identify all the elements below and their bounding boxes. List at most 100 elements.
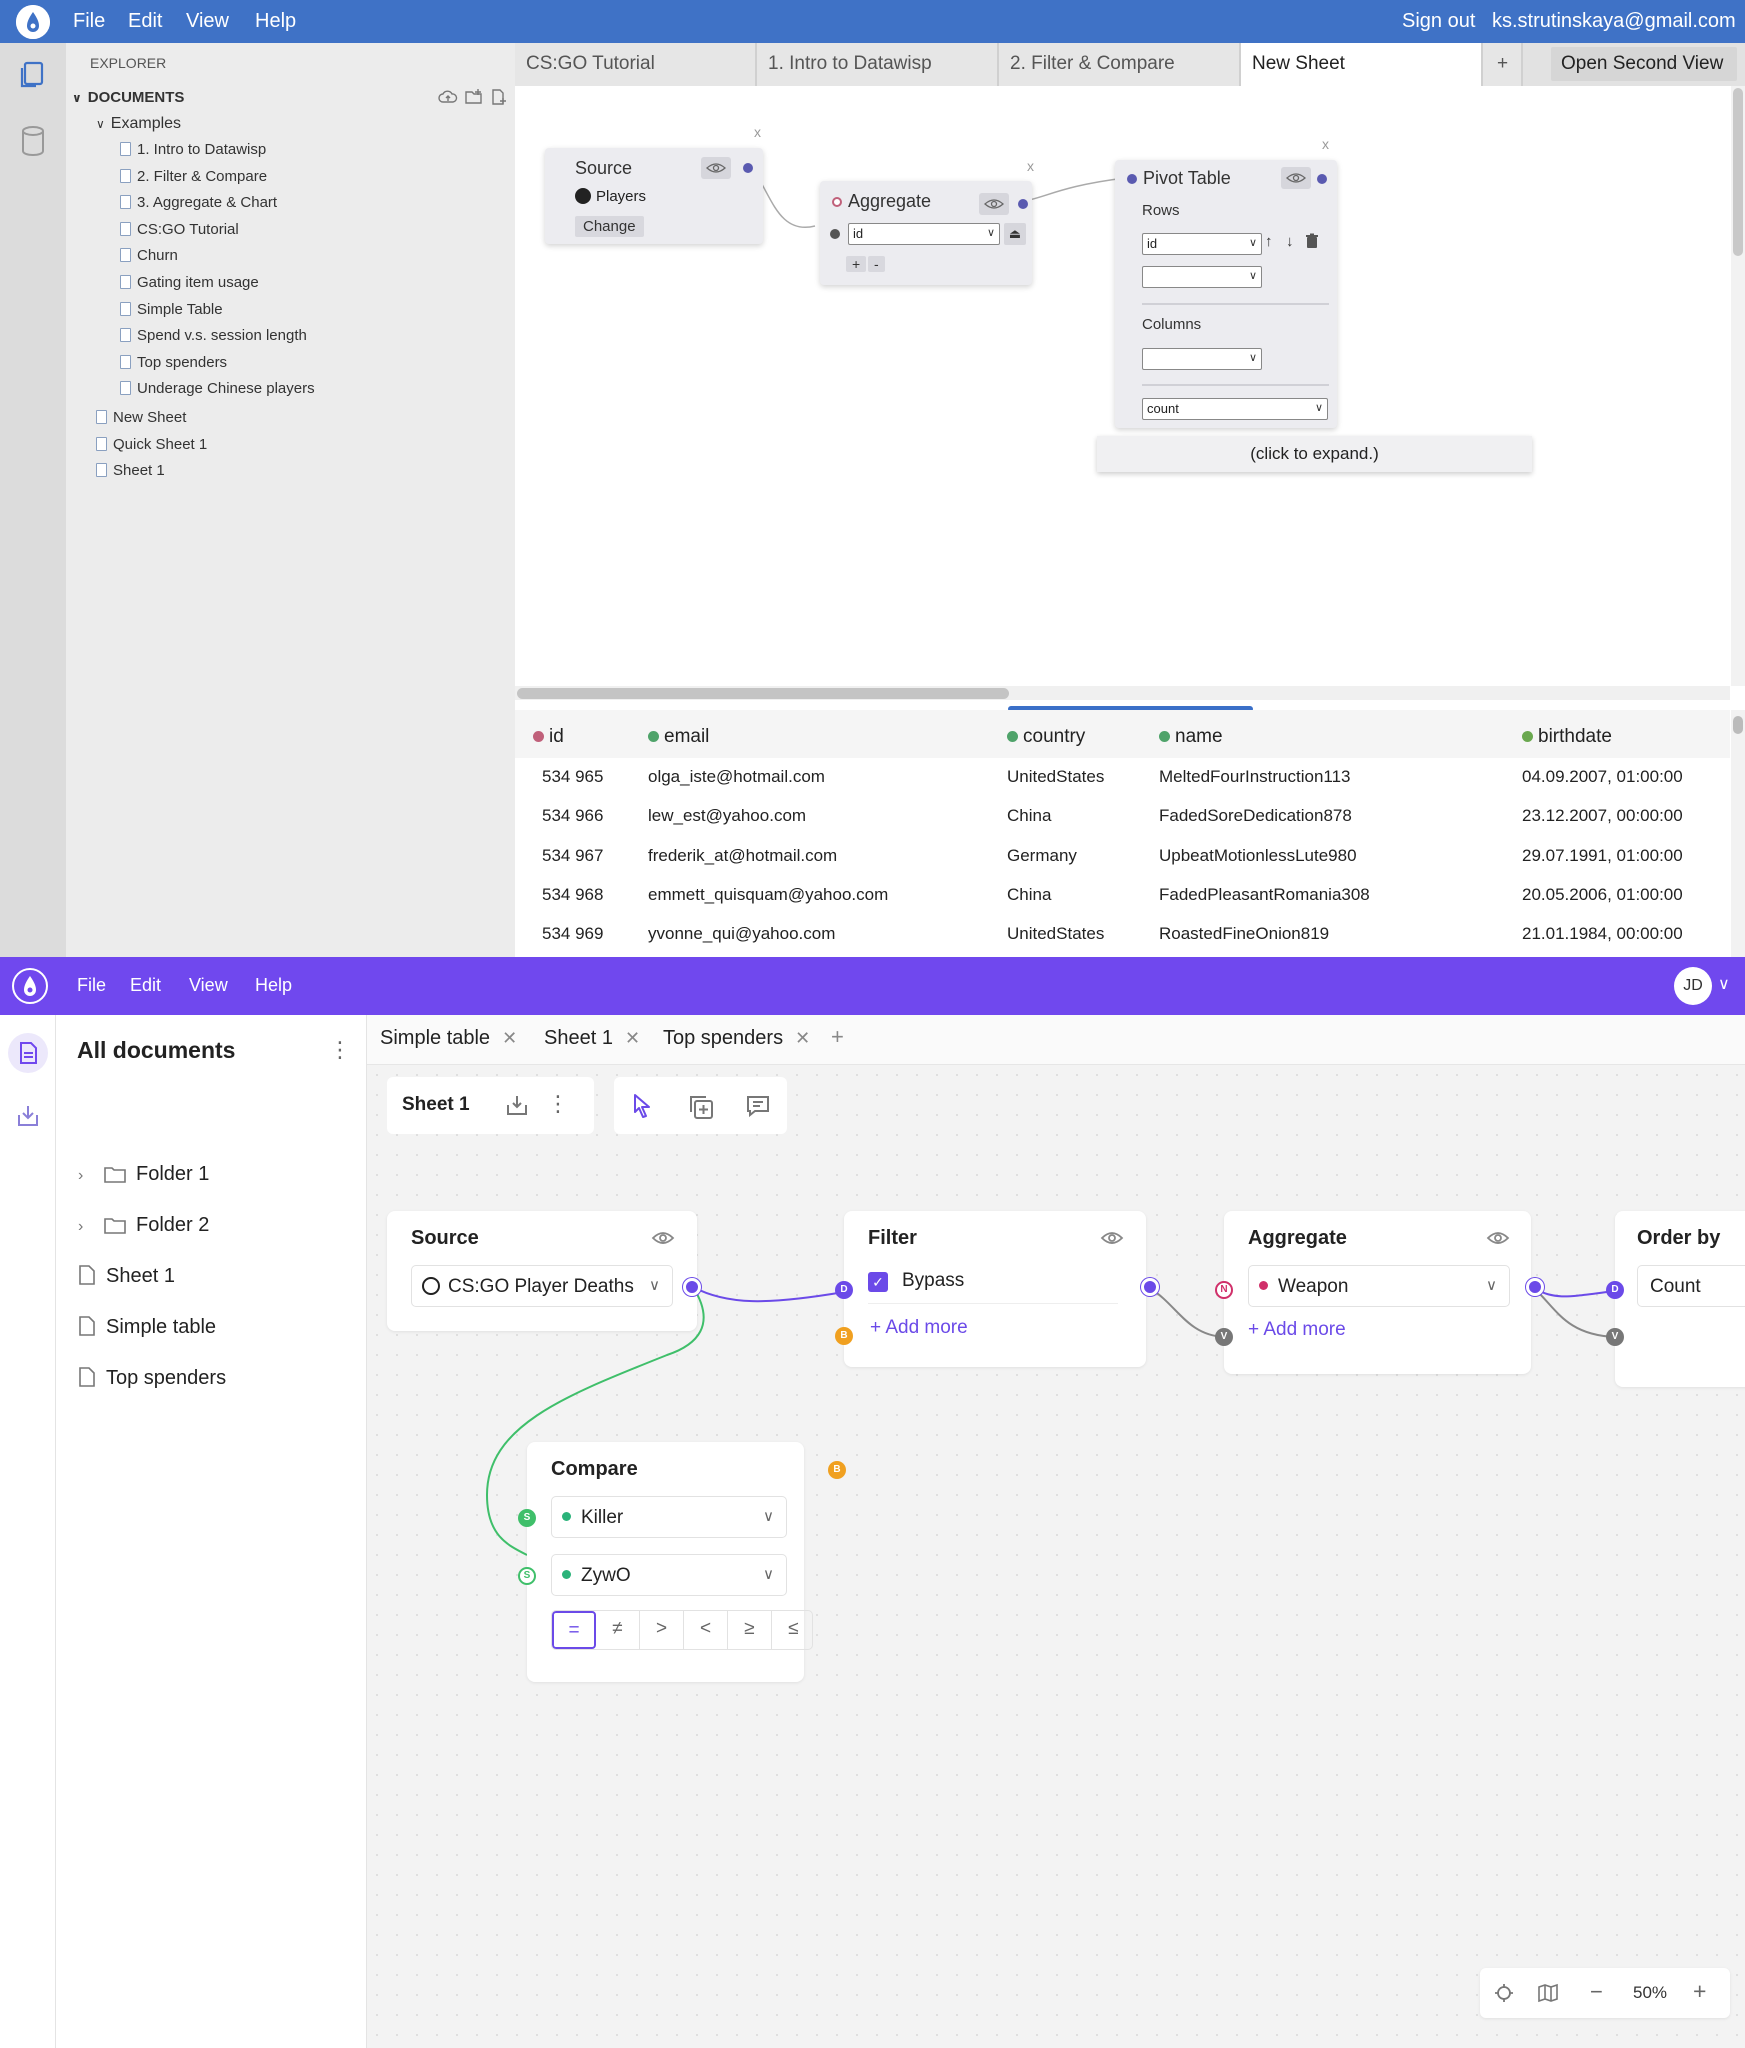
aggregate-output-port[interactable] [1526, 1278, 1544, 1296]
table-vertical-scrollbar[interactable] [1731, 710, 1745, 957]
aggregate-eye-icon[interactable] [1486, 1229, 1510, 1247]
add-tab-button[interactable]: + [831, 1024, 844, 1050]
aggregate-add-more-button[interactable]: + Add more [1248, 1319, 1346, 1341]
explorer-example-item[interactable]: CS:GO Tutorial [120, 221, 239, 238]
aggregate-add-button[interactable]: + [846, 256, 867, 272]
compare-op-button[interactable]: ≠ [596, 1611, 640, 1649]
aggregate-node[interactable]: Aggregate Weapon ∨ + Add more [1224, 1211, 1531, 1374]
explorer-doc-item[interactable]: Quick Sheet 1 [96, 436, 207, 453]
pivot-expand-button[interactable]: (click to expand.) [1097, 436, 1532, 472]
aggregate-close-button[interactable]: x [1027, 158, 1034, 174]
sign-out-link[interactable]: Sign out [1402, 10, 1475, 33]
avatar[interactable]: JD [1674, 967, 1712, 1005]
pivot-close-button[interactable]: x [1322, 136, 1329, 152]
compare-op-button[interactable]: > [640, 1611, 684, 1649]
compare-right-port-s[interactable]: S [518, 1567, 536, 1585]
tab-close-icon[interactable]: ✕ [625, 1028, 640, 1048]
explorer-example-item[interactable]: 2. Filter & Compare [120, 168, 267, 185]
explorer-doc-item[interactable]: Sheet 1 [96, 462, 165, 479]
source-output-port[interactable] [683, 1278, 701, 1296]
legacy-source-node[interactable]: Source Players Change [545, 148, 763, 244]
source-eye-icon[interactable] [651, 1229, 675, 1247]
explorer-example-item[interactable]: Simple Table [120, 301, 223, 318]
top-menu-edit[interactable]: Edit [128, 10, 162, 33]
sidebar-more-icon[interactable]: ⋮ [329, 1037, 351, 1063]
document-item[interactable]: Sheet 1 [78, 1265, 175, 1288]
filter-input-port-b[interactable]: B [835, 1327, 853, 1345]
pivot-column-select[interactable]: ∨ [1142, 348, 1262, 370]
scrollbar-thumb[interactable] [1733, 88, 1743, 256]
documents-section[interactable]: ∨ DOCUMENTS [72, 89, 184, 106]
files-icon[interactable] [16, 59, 48, 91]
aggregate-input-port-n[interactable]: N [1215, 1281, 1233, 1299]
documents-nav-icon[interactable] [8, 1033, 48, 1073]
column-header-email[interactable]: email [648, 726, 709, 748]
order-by-input-port-v[interactable]: V [1606, 1328, 1624, 1346]
new-menu-file[interactable]: File [77, 975, 106, 996]
move-up-icon[interactable]: ↑ [1265, 233, 1273, 250]
canvas-horizontal-scrollbar[interactable] [515, 686, 1730, 700]
source-dataset-select[interactable]: CS:GO Player Deaths ∨ [411, 1265, 673, 1307]
tab-csgo-tutorial[interactable]: CS:GO Tutorial [515, 43, 757, 86]
pivot-value-select[interactable]: count ∨ [1142, 398, 1328, 420]
document-item[interactable]: Simple table [78, 1316, 216, 1339]
datawisp-logo-icon[interactable] [12, 968, 48, 1004]
compare-op-button[interactable]: ≥ [728, 1611, 772, 1649]
aggregate-remove-button[interactable]: - [868, 256, 885, 272]
column-header-birthdate[interactable]: birthdate [1522, 726, 1612, 748]
tab-top-spenders[interactable]: Top spenders ✕ [663, 1027, 810, 1050]
chevron-right-icon[interactable]: › [78, 1218, 94, 1236]
aggregate-eye-icon[interactable] [979, 193, 1009, 215]
aggregate-field-port[interactable] [830, 229, 840, 239]
new-file-icon[interactable] [490, 88, 508, 106]
tab-new-sheet[interactable]: New Sheet [1241, 43, 1483, 86]
new-folder-icon[interactable] [464, 88, 484, 106]
zoom-out-button[interactable]: − [1590, 1979, 1603, 2005]
aggregate-input-port-v[interactable]: V [1215, 1328, 1233, 1346]
tab-close-icon[interactable]: ✕ [795, 1028, 810, 1048]
top-menu-view[interactable]: View [186, 10, 229, 33]
tab-filter-compare[interactable]: 2. Filter & Compare [999, 43, 1241, 86]
folder-item[interactable]: › Folder 1 [78, 1163, 209, 1186]
explorer-example-item[interactable]: Churn [120, 247, 178, 264]
database-icon[interactable] [20, 125, 46, 157]
sheet-canvas[interactable]: Sheet 1 ⋮ Source CS:GO Player Deaths ∨ F… [367, 1065, 1745, 2048]
compare-op-button[interactable]: ≤ [772, 1611, 812, 1649]
top-menu-help[interactable]: Help [255, 10, 296, 33]
filter-add-more-button[interactable]: + Add more [870, 1317, 968, 1339]
add-tab-button[interactable]: + [1483, 43, 1523, 86]
document-item[interactable]: Top spenders [78, 1367, 226, 1390]
tab-close-icon[interactable]: ✕ [502, 1028, 517, 1048]
compare-op-button[interactable]: = [552, 1611, 596, 1649]
explorer-example-item[interactable]: Gating item usage [120, 274, 259, 291]
compare-right-select[interactable]: ZywO ∨ [551, 1554, 787, 1596]
source-output-port[interactable] [743, 163, 753, 173]
explorer-doc-item[interactable]: New Sheet [96, 409, 186, 426]
filter-output-port[interactable] [1141, 1278, 1159, 1296]
explorer-example-item[interactable]: 1. Intro to Datawisp [120, 141, 266, 158]
explorer-example-item[interactable]: Top spenders [120, 354, 227, 371]
chevron-right-icon[interactable]: › [78, 1167, 94, 1185]
compare-node[interactable]: Compare Killer ∨ ZywO ∨ = ≠ > < ≥ ≤ [527, 1442, 813, 1682]
locate-icon[interactable] [1494, 1983, 1514, 2003]
filter-input-port-d[interactable]: D [835, 1281, 853, 1299]
aggregate-input-port[interactable] [832, 197, 842, 207]
tab-sheet-1[interactable]: Sheet 1 ✕ [544, 1027, 640, 1050]
compare-left-port-s[interactable]: S [518, 1509, 536, 1527]
zoom-in-button[interactable]: + [1693, 1978, 1706, 2005]
order-by-node[interactable]: Order by Count [1615, 1211, 1745, 1387]
account-chevron-down-icon[interactable]: ∨ [1718, 974, 1730, 994]
new-menu-help[interactable]: Help [255, 975, 292, 996]
pivot-row-select-empty[interactable]: ∨ [1142, 266, 1262, 288]
compare-output-port-b[interactable]: B [828, 1461, 846, 1479]
order-by-field-select[interactable]: Count [1637, 1265, 1745, 1307]
cloud-upload-icon[interactable] [438, 89, 458, 105]
datawisp-logo-icon[interactable] [16, 5, 50, 39]
pivot-output-port[interactable] [1317, 174, 1327, 184]
aggregate-output-port[interactable] [1018, 199, 1028, 209]
tab-simple-table[interactable]: Simple table ✕ [380, 1027, 517, 1050]
new-menu-edit[interactable]: Edit [130, 975, 161, 996]
explorer-example-item[interactable]: Spend v.s. session length [120, 327, 307, 344]
legacy-pivot-node[interactable]: Pivot Table Rows id ∨ ↑ ↓ ∨ Columns ∨ cou… [1115, 160, 1337, 428]
move-down-icon[interactable]: ↓ [1286, 233, 1294, 250]
